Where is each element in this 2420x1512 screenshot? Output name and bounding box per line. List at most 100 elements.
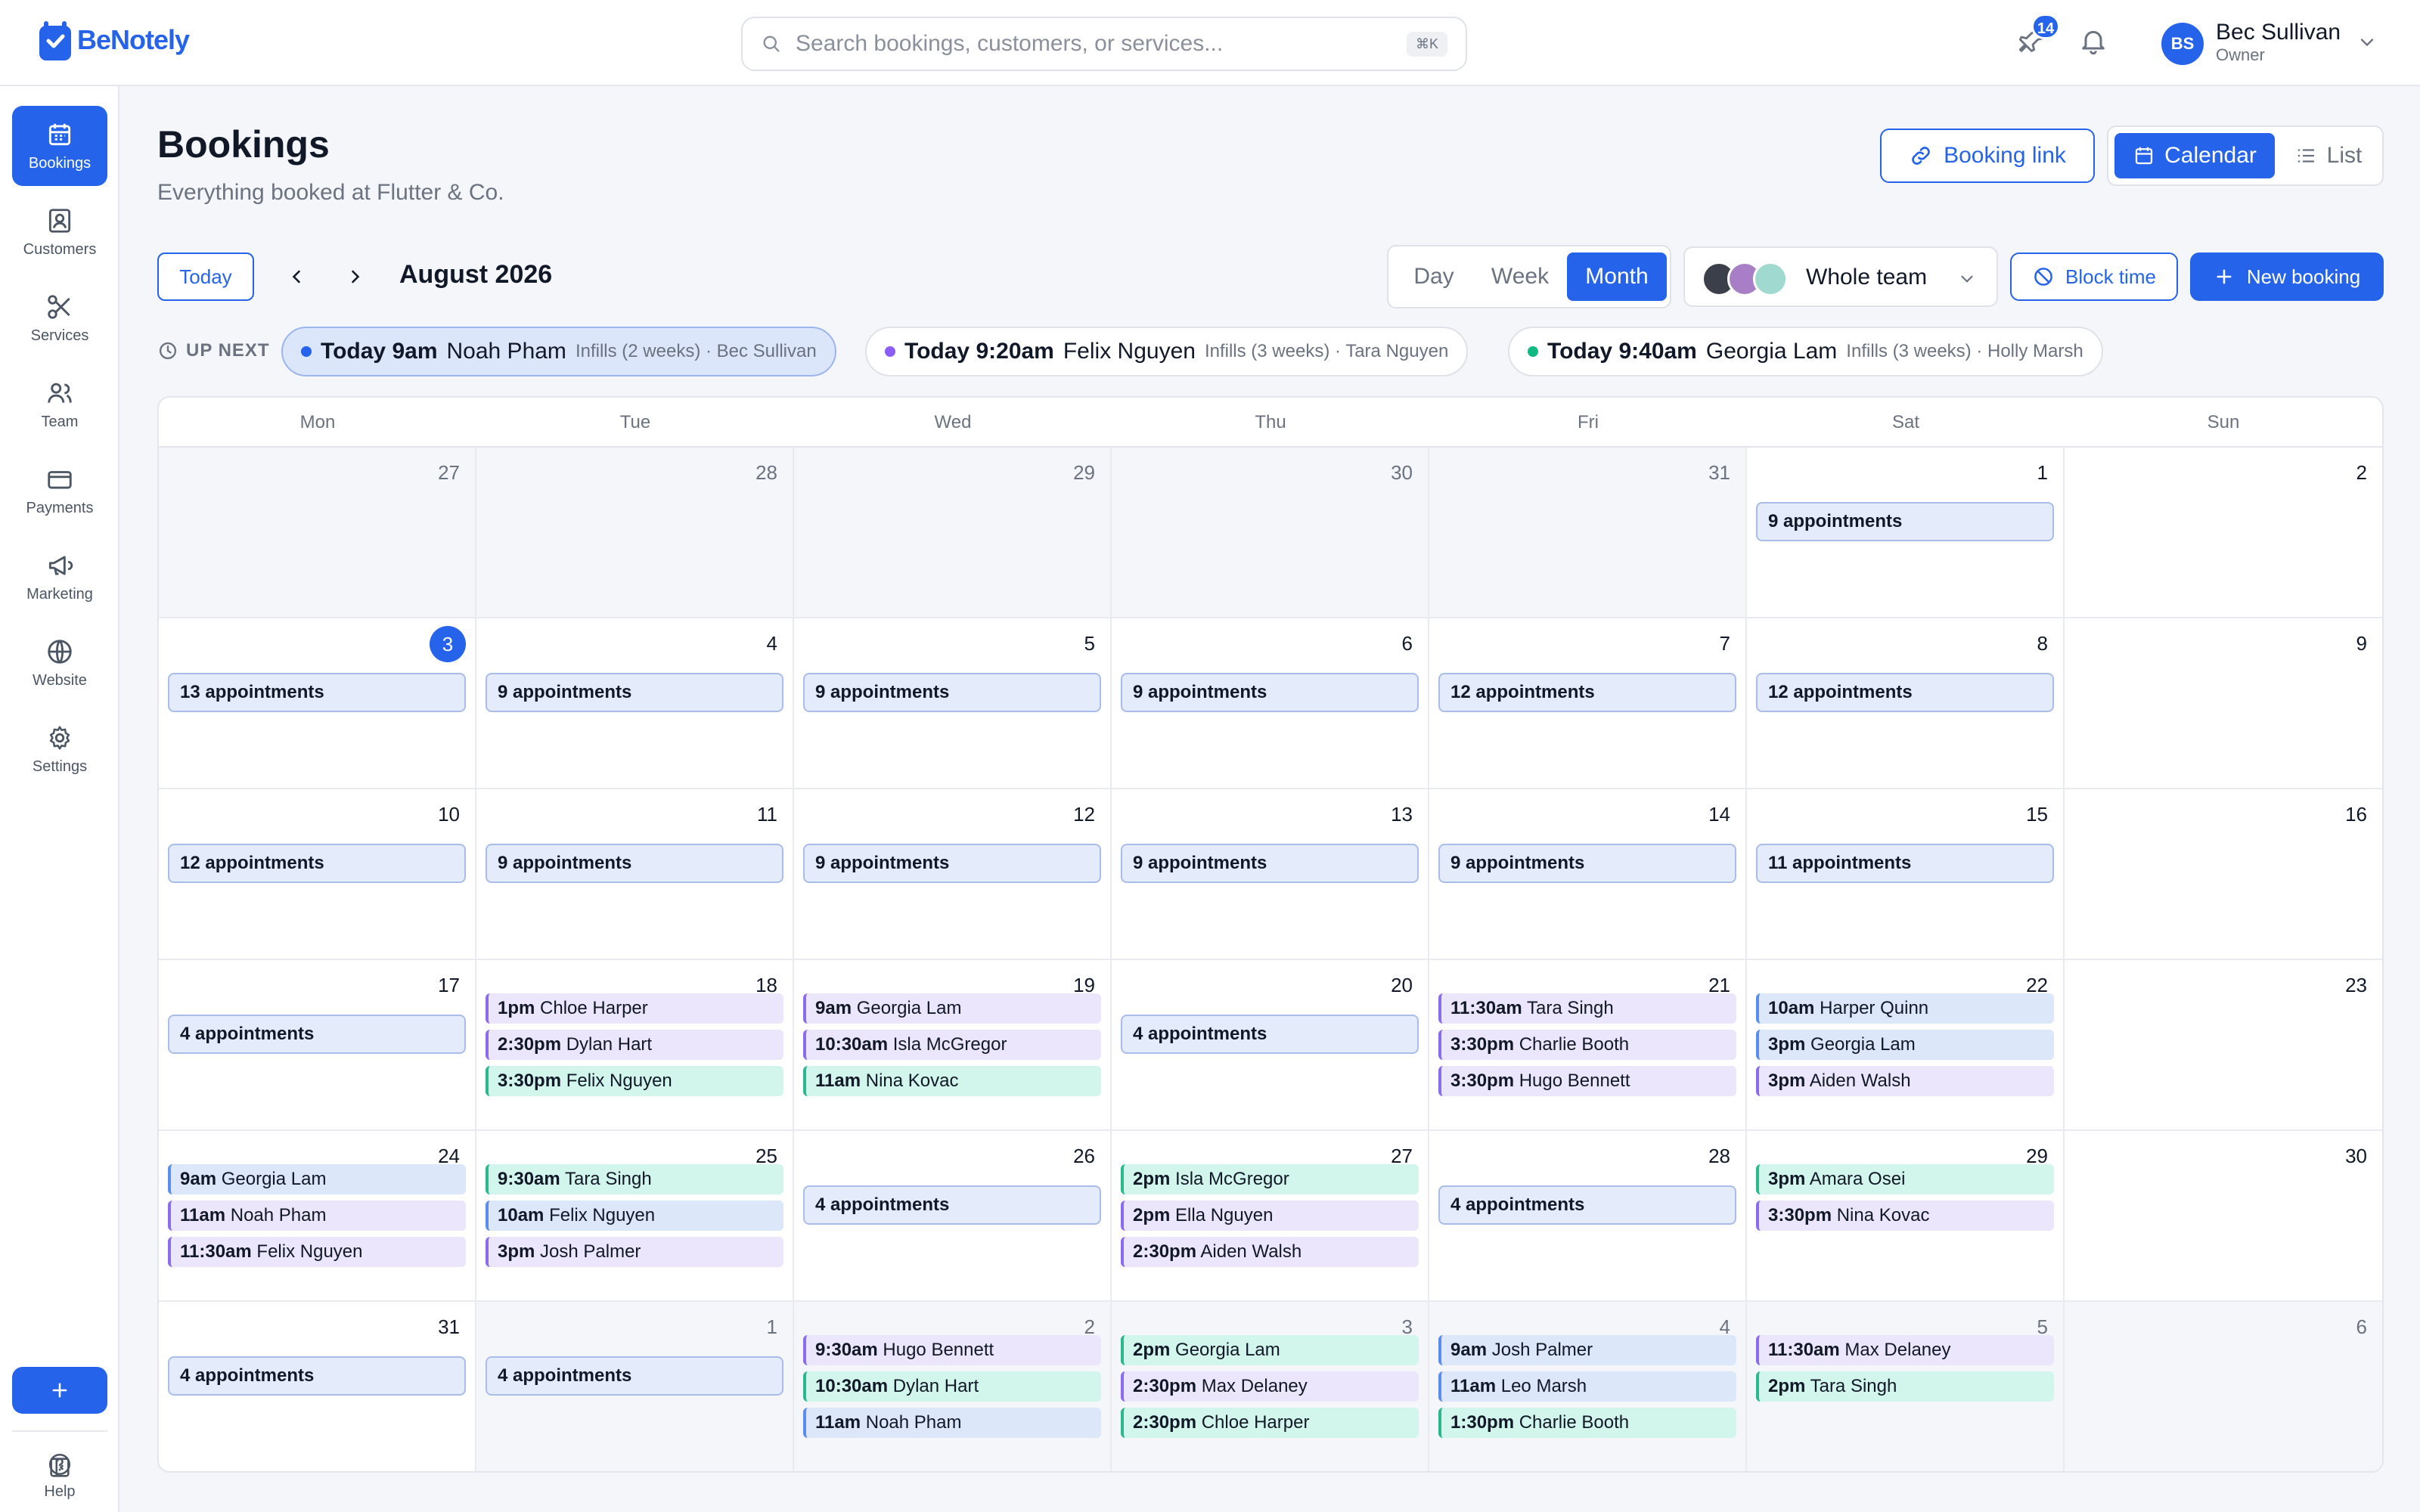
calendar-day-cell[interactable]: 20 4 appointments — [1112, 960, 1429, 1131]
calendar-day-cell[interactable]: 6 9 appointments — [1112, 618, 1429, 789]
sidebar-item-marketing[interactable]: Marketing — [12, 537, 107, 617]
appointment-event[interactable]: 3:30pm Felix Nguyen — [486, 1066, 783, 1096]
calendar-day-cell[interactable]: 31 4 appointments — [159, 1302, 476, 1471]
calendar-day-cell[interactable]: 27 2pm Isla McGregor 2pm Ella Nguyen 2:30pm… — [1112, 1131, 1429, 1302]
calendar-day-cell[interactable]: 29 3pm Amara Osei 3:30pm Nina Kovac — [1747, 1131, 2065, 1302]
previous-month-button[interactable] — [281, 262, 312, 292]
calendar-day-cell[interactable]: 22 10am Harper Quinn 3pm Georgia Lam 3pm Ai… — [1747, 960, 2065, 1131]
calendar-day-cell[interactable]: 6 — [2065, 1302, 2382, 1471]
appointment-event[interactable]: 2:30pm Max Delaney — [1121, 1371, 1419, 1402]
appointments-summary[interactable]: 9 appointments — [1121, 673, 1419, 712]
appointments-summary[interactable]: 4 appointments — [1121, 1015, 1419, 1054]
user-name[interactable]: Bec Sullivan — [2216, 20, 2341, 45]
notifications-button[interactable] — [2078, 26, 2108, 56]
calendar-day-cell[interactable]: 25 9:30am Tara Singh 10am Felix Nguyen 3pm … — [476, 1131, 794, 1302]
calendar-day-cell[interactable]: 7 12 appointments — [1429, 618, 1747, 789]
calendar-day-cell[interactable]: 28 4 appointments — [1429, 1131, 1747, 1302]
calendar-day-cell[interactable]: 11 9 appointments — [476, 789, 794, 960]
appointments-summary[interactable]: 9 appointments — [486, 844, 783, 883]
appointment-event[interactable]: 11:30am Felix Nguyen — [168, 1237, 466, 1267]
up-next-chip[interactable]: Today 9am Noah Pham Infills (2 weeks) · … — [281, 327, 836, 376]
appointment-event[interactable]: 3pm Josh Palmer — [486, 1237, 783, 1267]
appointments-summary[interactable]: 4 appointments — [803, 1185, 1101, 1225]
calendar-day-cell[interactable]: 4 9am Josh Palmer 11am Leo Marsh 1:30pm Cha… — [1429, 1302, 1747, 1471]
up-next-chip[interactable]: Today 9:20am Felix Nguyen Infills (3 wee… — [865, 327, 1469, 376]
appointments-summary[interactable]: 12 appointments — [1438, 673, 1736, 712]
calendar-day-cell[interactable]: 5 11:30am Max Delaney 2pm Tara Singh — [1747, 1302, 2065, 1471]
appointment-event[interactable]: 11am Leo Marsh — [1438, 1371, 1736, 1402]
calendar-day-cell[interactable]: 1 4 appointments — [476, 1302, 794, 1471]
appointment-event[interactable]: 9am Georgia Lam — [168, 1164, 466, 1194]
calendar-day-cell[interactable]: 1 9 appointments — [1747, 448, 2065, 618]
calendar-day-cell[interactable]: 14 9 appointments — [1429, 789, 1747, 960]
sidebar-item-payments[interactable]: Payments — [12, 451, 107, 531]
next-month-button[interactable] — [340, 262, 371, 292]
sidebar-item-team[interactable]: Team — [12, 364, 107, 445]
user-menu-toggle[interactable] — [2356, 32, 2378, 53]
appointment-event[interactable]: 11am Nina Kovac — [803, 1066, 1101, 1096]
calendar-day-cell[interactable]: 2 — [2065, 448, 2382, 618]
list-view-button[interactable]: List — [2279, 133, 2378, 178]
calendar-day-cell[interactable]: 13 9 appointments — [1112, 789, 1429, 960]
appointments-summary[interactable]: 13 appointments — [168, 673, 466, 712]
appointments-summary[interactable]: 11 appointments — [1756, 844, 2054, 883]
calendar-day-cell[interactable]: 31 — [1429, 448, 1747, 618]
sidebar-item-bookings[interactable]: Bookings — [12, 106, 107, 186]
today-button[interactable]: Today — [157, 253, 254, 301]
calendar-day-cell[interactable]: 12 9 appointments — [794, 789, 1112, 960]
calendar-day-cell[interactable]: 27 — [159, 448, 476, 618]
appointments-summary[interactable]: 4 appointments — [1438, 1185, 1736, 1225]
appointments-summary[interactable]: 9 appointments — [1756, 502, 2054, 541]
appointment-event[interactable]: 9:30am Tara Singh — [486, 1164, 783, 1194]
calendar-day-cell[interactable]: 15 11 appointments — [1747, 789, 2065, 960]
appointment-event[interactable]: 2:30pm Aiden Walsh — [1121, 1237, 1419, 1267]
calendar-day-cell[interactable]: 3 13 appointments — [159, 618, 476, 789]
calendar-view-button[interactable]: Calendar — [2114, 133, 2275, 178]
calendar-day-cell[interactable]: 24 9am Georgia Lam 11am Noah Pham 11:30am F… — [159, 1131, 476, 1302]
appointments-summary[interactable]: 9 appointments — [486, 673, 783, 712]
appointments-summary[interactable]: 12 appointments — [1756, 673, 2054, 712]
calendar-day-cell[interactable]: 9 — [2065, 618, 2382, 789]
week-view-button[interactable]: Week — [1473, 253, 1567, 301]
new-booking-button[interactable]: New booking — [2190, 253, 2384, 301]
block-time-button[interactable]: Block time — [2010, 253, 2178, 301]
calendar-day-cell[interactable]: 17 4 appointments — [159, 960, 476, 1131]
calendar-day-cell[interactable]: 23 — [2065, 960, 2382, 1131]
appointment-event[interactable]: 11:30am Max Delaney — [1756, 1335, 2054, 1365]
appointments-summary[interactable]: 4 appointments — [486, 1356, 783, 1396]
appointment-event[interactable]: 2pm Isla McGregor — [1121, 1164, 1419, 1194]
day-view-button[interactable]: Day — [1395, 253, 1473, 301]
month-view-button[interactable]: Month — [1567, 253, 1667, 301]
appointments-summary[interactable]: 9 appointments — [803, 844, 1101, 883]
appointment-event[interactable]: 9am Josh Palmer — [1438, 1335, 1736, 1365]
search-input[interactable]: Search bookings, customers, or services.… — [741, 17, 1467, 71]
sidebar-item-services[interactable]: Services — [12, 278, 107, 358]
calendar-day-cell[interactable]: 29 — [794, 448, 1112, 618]
appointment-event[interactable]: 1pm Chloe Harper — [486, 993, 783, 1024]
calendar-day-cell[interactable]: 4 9 appointments — [476, 618, 794, 789]
calendar-day-cell[interactable]: 3 2pm Georgia Lam 2:30pm Max Delaney 2:30pm… — [1112, 1302, 1429, 1471]
quick-add-button[interactable] — [12, 1367, 107, 1414]
team-filter-select[interactable]: Whole team — [1683, 246, 1998, 307]
calendar-day-cell[interactable]: 8 12 appointments — [1747, 618, 2065, 789]
appointment-event[interactable]: 3:30pm Hugo Bennett — [1438, 1066, 1736, 1096]
appointments-summary[interactable]: 9 appointments — [1438, 844, 1736, 883]
appointment-event[interactable]: 2:30pm Dylan Hart — [486, 1030, 783, 1060]
sidebar-item-customers[interactable]: Customers — [12, 192, 107, 272]
user-avatar[interactable]: BS — [2161, 23, 2204, 65]
calendar-day-cell[interactable]: 16 — [2065, 789, 2382, 960]
appointment-event[interactable]: 2pm Ella Nguyen — [1121, 1201, 1419, 1231]
calendar-day-cell[interactable]: 19 9am Georgia Lam 10:30am Isla McGregor 11… — [794, 960, 1112, 1131]
calendar-day-cell[interactable]: 26 4 appointments — [794, 1131, 1112, 1302]
appointments-summary[interactable]: 12 appointments — [168, 844, 466, 883]
calendar-day-cell[interactable]: 28 — [476, 448, 794, 618]
sidebar-item-website[interactable]: Website — [12, 623, 107, 703]
appointments-summary[interactable]: 4 appointments — [168, 1015, 466, 1054]
appointment-event[interactable]: 11:30am Tara Singh — [1438, 993, 1736, 1024]
appointment-event[interactable]: 11am Noah Pham — [168, 1201, 466, 1231]
appointment-event[interactable]: 9am Georgia Lam — [803, 993, 1101, 1024]
appointment-event[interactable]: 3pm Amara Osei — [1756, 1164, 2054, 1194]
calendar-day-cell[interactable]: 2 9:30am Hugo Bennett 10:30am Dylan Hart 11… — [794, 1302, 1112, 1471]
brand-logo[interactable]: BeNotely — [38, 18, 190, 62]
collapse-sidebar-toggle[interactable] — [47, 1455, 73, 1480]
